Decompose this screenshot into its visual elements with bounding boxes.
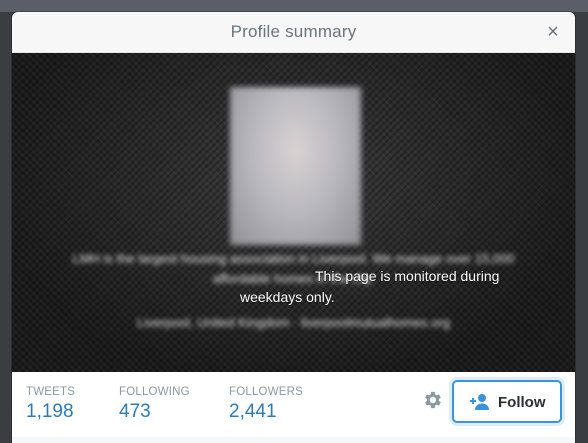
following-stat[interactable]: FOLLOWING 473 bbox=[119, 386, 190, 423]
tweets-stat-value: 1,198 bbox=[26, 401, 74, 422]
gear-icon[interactable] bbox=[421, 389, 443, 411]
following-stat-label: FOLLOWING bbox=[119, 386, 190, 398]
dialog-title: Profile summary bbox=[230, 22, 357, 41]
dialog-footer-strip bbox=[12, 437, 575, 443]
follow-button-label: Follow bbox=[498, 394, 546, 411]
followers-stat[interactable]: FOLLOWERS 2,441 bbox=[229, 386, 303, 423]
page-backdrop bbox=[0, 0, 588, 12]
avatar[interactable] bbox=[230, 87, 361, 245]
tweets-stat[interactable]: TWEETS 1,198 bbox=[26, 386, 75, 423]
profile-summary-dialog: Profile summary × LMH is the largest hou… bbox=[12, 12, 575, 443]
followers-stat-value: 2,441 bbox=[229, 401, 277, 422]
followers-stat-label: FOLLOWERS bbox=[229, 386, 304, 398]
profile-bio-line1: This page is monitored during bbox=[315, 268, 500, 284]
following-stat-value: 473 bbox=[119, 401, 151, 422]
profile-stats-bar: TWEETS 1,198 FOLLOWING 473 FOLLOWERS 2,4… bbox=[12, 372, 575, 443]
tweets-stat-label: TWEETS bbox=[26, 386, 76, 398]
profile-bio-line2: weekdays only. bbox=[240, 289, 335, 305]
dialog-header: Profile summary × bbox=[12, 12, 575, 53]
add-user-icon bbox=[470, 393, 490, 411]
profile-location-blurred: Liverpool, United Kingdom · liverpoolmut… bbox=[137, 315, 450, 330]
profile-header-card: LMH is the largest housing association i… bbox=[12, 53, 575, 372]
follow-button[interactable]: Follow bbox=[452, 380, 562, 423]
close-button[interactable]: × bbox=[543, 22, 563, 42]
